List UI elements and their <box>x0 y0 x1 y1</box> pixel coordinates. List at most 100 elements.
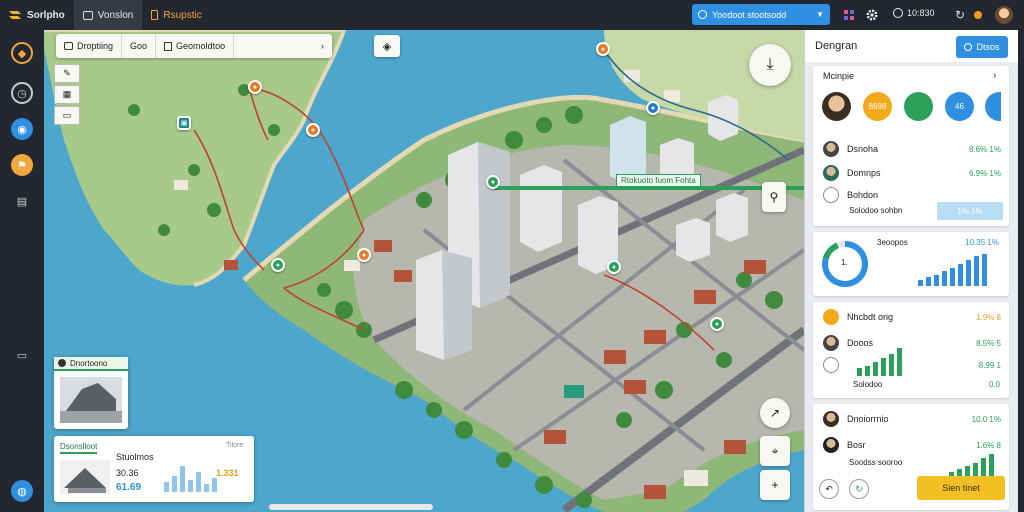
map-tag-button[interactable]: ◈ <box>374 35 400 57</box>
chevron-down-icon: ▼ <box>816 10 824 19</box>
donut-card: 1. 3eoopos 10.35 1% <box>813 232 1009 296</box>
user-avatar[interactable] <box>995 6 1013 24</box>
panel-search-icon <box>964 43 973 51</box>
clock-display: 10:830 <box>893 8 935 18</box>
map-pin-green-4[interactable]: ● <box>710 317 724 331</box>
map-pin-orange-1[interactable]: ● <box>248 80 262 94</box>
history-icon[interactable]: ◷ <box>11 82 33 104</box>
list1-value-1: 8.6% 1% <box>968 144 1001 154</box>
sync-icon[interactable]: ↻ <box>952 7 968 23</box>
rotate-icon: ↗ <box>769 406 781 420</box>
people-card: Mcinpie › 8698 46 Dsnoha 8.6% 1% Domnps … <box>813 66 1009 226</box>
list3-label-2: Bosr <box>847 440 866 450</box>
toolbar-geo-button[interactable]: Geomoldtoo <box>156 34 235 58</box>
tab-vonslon[interactable]: Vonslon <box>73 0 143 30</box>
map-pin-green-3[interactable]: ● <box>607 260 621 274</box>
panel-title: Dengran <box>815 40 858 52</box>
section-chevron-icon[interactable]: › <box>993 70 996 81</box>
circle-green[interactable] <box>904 92 933 121</box>
toolbar-dropping-button[interactable]: Droptiing <box>56 34 123 58</box>
plus-icon: + <box>771 478 779 492</box>
list1-value-2: 6.9% 1% <box>968 168 1001 178</box>
right-panel: Dengran Dtsos Mcinpie › 8698 46 Dsnoha 8… <box>804 30 1018 512</box>
gear-icon[interactable] <box>864 7 880 23</box>
brand-tab[interactable]: Sorlpho <box>0 0 74 30</box>
tab-rsupstic[interactable]: Rsupstic <box>142 0 210 30</box>
map-pin-blue[interactable]: ● <box>646 101 660 115</box>
map-pin-green-2[interactable]: ● <box>486 175 500 189</box>
panel-search-button[interactable]: Dtsos <box>956 36 1008 58</box>
toolbar-goo-button[interactable]: Goo <box>122 34 157 58</box>
district-stats-badge: Tilore <box>226 442 244 449</box>
member-avatar[interactable] <box>822 92 851 121</box>
district-value-orange: 1.331 <box>216 468 239 478</box>
primary-action-button[interactable]: Sien tinet <box>917 476 1005 500</box>
tab-bookmark-icon <box>151 10 159 20</box>
layers-icon[interactable]: ◉ <box>11 118 33 140</box>
layer-icon: ▭ <box>62 110 72 120</box>
map-tool-measure[interactable]: ▦ <box>54 85 80 104</box>
map-pin-green-1[interactable]: ● <box>271 258 285 272</box>
profile-icon[interactable]: ◍ <box>11 480 33 502</box>
pin-icon[interactable]: ⚑ <box>11 154 33 176</box>
activity-bars <box>949 452 994 478</box>
apps-icon[interactable] <box>841 7 857 23</box>
folder-icon[interactable]: ▭ <box>11 344 33 366</box>
map-pin-tool-button[interactable]: ⚲ <box>762 182 786 212</box>
compass-button[interactable]: ⤓ <box>749 44 791 86</box>
ruler-icon: ▦ <box>62 89 72 99</box>
circle-blue[interactable]: 46 <box>945 92 974 121</box>
list2-row-2[interactable]: Dooos 8.5% 5 <box>823 334 1001 352</box>
tab-window-icon <box>82 10 93 20</box>
toolbar-dropping-label: Droptiing <box>77 41 114 51</box>
section-label: Mcinpie <box>823 71 855 81</box>
pencil-icon: ✎ <box>63 68 71 78</box>
list2-icon-1 <box>823 309 839 325</box>
list3-value-1: 10.0 1% <box>971 414 1001 424</box>
brand-logo-icon <box>9 11 21 19</box>
undo-button[interactable]: ↶ <box>819 479 839 499</box>
zoom-in-button[interactable]: + <box>760 470 790 500</box>
donut-value: 10.35 1% <box>965 238 999 247</box>
place-preview-card[interactable]: Dnortoono <box>54 357 128 429</box>
list1-label-3: Bohdon <box>847 190 879 200</box>
map-tool-draw[interactable]: ✎ <box>54 64 80 83</box>
compass-nav-icon[interactable]: ◆ <box>11 42 33 64</box>
map-pin-orange-2[interactable]: ● <box>306 123 320 137</box>
map-tool-layers[interactable]: ▭ <box>54 106 80 125</box>
list1-row-1[interactable]: Dsnoha 8.6% 1% <box>823 140 1001 158</box>
metrics-bars <box>857 346 902 376</box>
list3-row-1[interactable]: Dnoiorrnio 10.0 1% <box>823 410 1001 428</box>
list3-extra-label: Soodss sooroo <box>849 458 903 467</box>
circle-orange[interactable]: 8698 <box>863 92 892 121</box>
panel-scrollbar[interactable] <box>1018 30 1024 512</box>
clock-text: 10:830 <box>907 8 935 18</box>
district-stats-card[interactable]: Dsonslloot Tilore Stuolmos 30.36 61.69 1… <box>54 436 254 502</box>
list1-value-box[interactable]: 1% 1% <box>937 202 1003 220</box>
donut-title: 3eoopos <box>877 238 908 247</box>
map-pin-orange-3[interactable]: ● <box>357 248 371 262</box>
circle-blue-partial[interactable] <box>985 92 1001 121</box>
metrics-card: Nhcbdt orig 1.9% 8 Dooos 8.5% 5 8.99 1 S… <box>813 302 1009 398</box>
rotate-view-button[interactable]: ↗ <box>760 398 790 428</box>
map-view[interactable]: ● ● ● ● ▣ ● ● ● ● ● Rtokuoto fuom Fohta … <box>44 30 804 512</box>
map-pin-orange-4[interactable]: ● <box>596 42 610 56</box>
toolbar-goo-label: Goo <box>130 41 148 51</box>
list1-avatar-1 <box>823 141 839 157</box>
clock-icon <box>893 8 903 18</box>
map-pin-teal[interactable]: ▣ <box>177 116 191 130</box>
top-bar: Sorlpho Vonslon Rsupstic Yoodoot stootso… <box>0 0 1024 30</box>
search-dropdown[interactable]: Yoodoot stootsodd ▼ <box>692 4 830 25</box>
district-value-dark: 30.36 <box>116 468 139 478</box>
map-horizontal-scrollbar[interactable] <box>269 504 433 510</box>
place-icon <box>58 359 66 367</box>
refresh-button[interactable]: ↻ <box>849 479 869 499</box>
list2-row-3[interactable]: 8.99 1 <box>823 356 1001 374</box>
map-pin-tool-icon: ⚲ <box>769 190 779 204</box>
locate-button[interactable]: ⌖ <box>760 436 790 466</box>
toolbar-next-button[interactable]: › <box>313 34 332 58</box>
list2-row-1[interactable]: Nhcbdt orig 1.9% 8 <box>823 308 1001 326</box>
list1-row-2[interactable]: Domnps 6.9% 1% <box>823 164 1001 182</box>
briefcase-icon[interactable]: ▤ <box>11 190 33 212</box>
notification-icon[interactable] <box>970 7 986 23</box>
